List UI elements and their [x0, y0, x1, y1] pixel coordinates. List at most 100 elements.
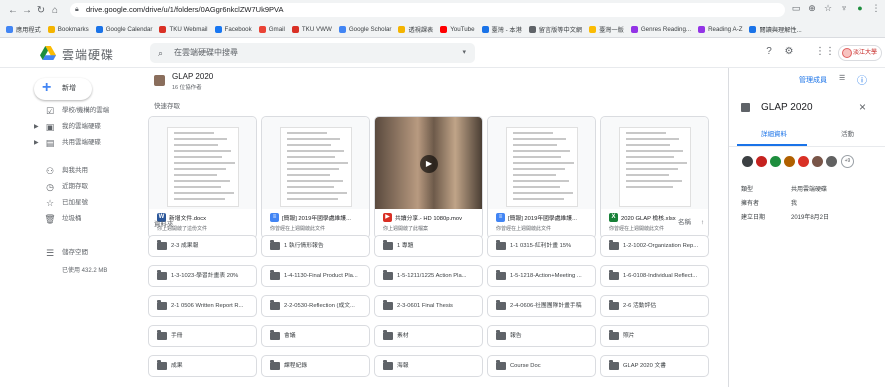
- search-input[interactable]: 在雲端硬碟中搜尋: [174, 48, 238, 57]
- apps-grid-icon[interactable]: ⋮⋮: [815, 46, 835, 57]
- folder-item[interactable]: 成果: [148, 355, 257, 377]
- folder-item[interactable]: 2-6 活動評估: [600, 295, 709, 317]
- tab-details[interactable]: 詳細資料: [761, 128, 787, 138]
- folder-item[interactable]: 手冊: [148, 325, 257, 347]
- new-button[interactable]: + 新增: [34, 78, 92, 100]
- bookmark-item[interactable]: Reading A-Z: [698, 25, 742, 33]
- sort-arrow-icon[interactable]: ↑: [701, 219, 704, 226]
- folder-title[interactable]: GLAP 2020: [172, 72, 213, 81]
- cast-icon[interactable]: ▭: [790, 3, 802, 14]
- account-avatar[interactable]: 淡江大學: [838, 45, 882, 61]
- folder-item[interactable]: 2-3-0601 Final Thesis: [374, 295, 483, 317]
- member-avatar-icon[interactable]: [811, 155, 824, 168]
- bookmark-item[interactable]: Facebook: [214, 25, 252, 33]
- folder-item[interactable]: 1-2-1002-Organization Rep...: [600, 235, 709, 257]
- member-avatar-icon[interactable]: [755, 155, 768, 168]
- bookmark-item[interactable]: TKU Webmail: [159, 25, 208, 33]
- folder-item[interactable]: Course Doc: [487, 355, 596, 377]
- search-icon[interactable]: ⌕: [158, 43, 163, 63]
- back-icon[interactable]: ←: [6, 5, 20, 16]
- member-avatar-icon[interactable]: [797, 155, 810, 168]
- member-avatar-icon[interactable]: [783, 155, 796, 168]
- sort-control[interactable]: 名稱 ↑: [678, 216, 704, 226]
- quick-access-card[interactable]: ≡ [簡報] 2019年國學處維護... 你曾經在上週開啟此文件: [487, 116, 596, 239]
- bookmark-item[interactable]: 臺灣 - 本港: [481, 25, 522, 34]
- bookmark-item[interactable]: Gmail: [258, 25, 285, 33]
- menu-icon[interactable]: ⋮: [870, 3, 882, 14]
- folder-item[interactable]: 1-6-0108-Individual Reflect...: [600, 265, 709, 287]
- folder-item[interactable]: 海報: [374, 355, 483, 377]
- folder-item[interactable]: 2-2-0530-Reflection (成文...: [261, 295, 370, 317]
- bookmark-favicon-icon: [481, 25, 489, 33]
- home-icon[interactable]: ⌂: [48, 5, 62, 16]
- bookmark-item[interactable]: 應用程式: [6, 25, 41, 34]
- sidebar-item-2[interactable]: ▶ ▤ 共用雲端硬碟: [26, 136, 136, 150]
- bookmark-item[interactable]: TKU VWW: [291, 25, 332, 33]
- member-avatar-icon[interactable]: [825, 155, 838, 168]
- bookmark-item[interactable]: Genres Reading...: [630, 25, 691, 33]
- folder-item[interactable]: 素材: [374, 325, 483, 347]
- sidebar-item-1[interactable]: ▶ ▣ 我的雲端硬碟: [26, 120, 136, 134]
- help-icon[interactable]: ?: [762, 46, 776, 57]
- reload-icon[interactable]: ↻: [34, 5, 48, 16]
- expand-arrow-icon[interactable]: ▶: [34, 136, 39, 150]
- tab-activity[interactable]: 活動: [841, 128, 854, 138]
- bookmark-item[interactable]: Google Scholar: [338, 25, 391, 33]
- extension-icon[interactable]: ♆: [838, 3, 850, 13]
- folder-item[interactable]: 1-4-1130-Final Product Pla...: [261, 265, 370, 287]
- manage-members-link[interactable]: 管理成員: [799, 75, 827, 85]
- folder-item[interactable]: 1-5-1211/1225 Action Pla...: [374, 265, 483, 287]
- bookmark-star-icon[interactable]: ☆: [822, 3, 834, 14]
- drive-brand: 雲端硬碟: [62, 48, 115, 62]
- folder-item[interactable]: 2-1 0506 Written Report R...: [148, 295, 257, 317]
- quick-access-card[interactable]: ▶ ▶ 共讀分享.- HD 1080p.mov 你上週開啟了此檔案: [374, 116, 483, 239]
- more-members-badge[interactable]: +9: [841, 155, 854, 168]
- member-avatar-icon[interactable]: [769, 155, 782, 168]
- bookmark-item[interactable]: Bookmarks: [47, 25, 89, 33]
- bookmark-item[interactable]: Google Calendar: [95, 25, 152, 33]
- folder-item[interactable]: 1-5-1218-Action+Meeting ...: [487, 265, 596, 287]
- sidebar-item-0[interactable]: ☑ 學校/機構的雲端: [26, 104, 136, 118]
- bookmark-item[interactable]: 透視課表: [398, 25, 433, 34]
- folder-item[interactable]: 報告: [487, 325, 596, 347]
- forward-icon[interactable]: →: [20, 5, 34, 16]
- folder-item[interactable]: 課程紀錄: [261, 355, 370, 377]
- search-bar[interactable]: ⌕ 在雲端硬碟中搜尋 ▾: [150, 43, 475, 63]
- folder-item[interactable]: GLAP 2020 文書: [600, 355, 709, 377]
- folder-item[interactable]: 2-4-0606-社團團隊計畫手稿: [487, 295, 596, 317]
- close-icon[interactable]: ×: [859, 100, 866, 114]
- folder-item[interactable]: 1-3-1023-學習計畫表 20%: [148, 265, 257, 287]
- folder-item[interactable]: 1 執行情形報告: [261, 235, 370, 257]
- sidebar-item-4[interactable]: ◷ 近期存取: [26, 180, 136, 194]
- text-line: [513, 180, 569, 182]
- folder-item[interactable]: 2-3 成果報: [148, 235, 257, 257]
- member-avatar-icon[interactable]: [741, 155, 754, 168]
- sort-label[interactable]: 名稱: [678, 219, 691, 226]
- bookmark-item[interactable]: 留言版等中文網: [528, 25, 582, 34]
- bookmark-item[interactable]: YouTube: [440, 25, 475, 33]
- folder-item[interactable]: 會議: [261, 325, 370, 347]
- sidebar-item-5[interactable]: ☆ 已加星號: [26, 196, 136, 210]
- list-view-icon[interactable]: ☰: [839, 74, 845, 82]
- expand-arrow-icon[interactable]: ▶: [34, 120, 39, 134]
- address-bar[interactable]: 🔒︎ drive.google.com/drive/u/1/folders/0A…: [70, 3, 785, 17]
- folder-name: 海報: [397, 363, 409, 369]
- folder-item[interactable]: 1-1 0315-紅利計畫 15%: [487, 235, 596, 257]
- folder-item[interactable]: 1 專題: [374, 235, 483, 257]
- settings-gear-icon[interactable]: ⚙: [782, 46, 796, 57]
- play-icon[interactable]: ▶: [420, 155, 438, 173]
- sidebar-item-6[interactable]: 🗑︎ 垃圾桶: [26, 212, 136, 226]
- sidebar-item-7[interactable]: ☰ 儲存空間: [26, 246, 136, 260]
- folder-item[interactable]: 照片: [600, 325, 709, 347]
- bookmark-label: 臺灣 - 本港: [491, 26, 522, 34]
- folder-header[interactable]: GLAP 2020 16 位協作者: [154, 72, 314, 91]
- sidebar-item-3[interactable]: ⚇ 與我共用: [26, 164, 136, 178]
- bookmark-item[interactable]: 閱讀與理解性...: [749, 25, 802, 34]
- extension-green-icon[interactable]: ●: [854, 3, 866, 13]
- zoom-icon[interactable]: ⊕: [806, 3, 818, 14]
- search-options-icon[interactable]: ▾: [462, 43, 466, 63]
- info-icon[interactable]: ⓘ: [857, 72, 867, 87]
- member-avatars[interactable]: +9: [741, 155, 881, 171]
- bookmark-item[interactable]: 臺灣一版: [589, 25, 624, 34]
- quick-access-card[interactable]: ≡ [簡報] 2019年國學處維護... 你曾經在上週開啟此文件: [261, 116, 370, 239]
